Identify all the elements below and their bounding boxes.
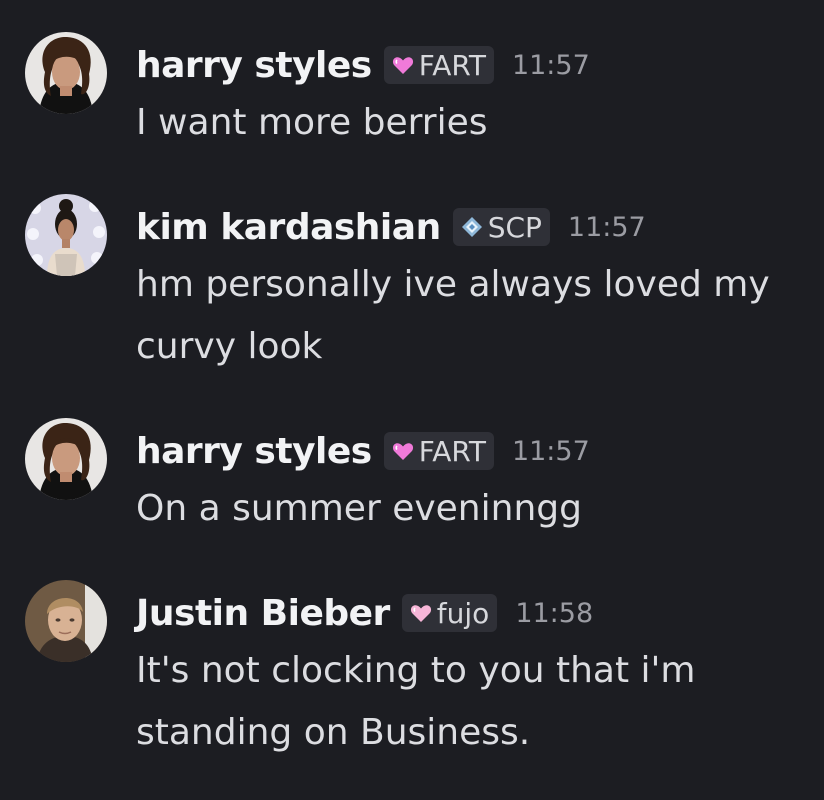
pink-heart-icon xyxy=(392,57,413,74)
server-tag-label: fujo xyxy=(436,596,490,630)
server-tag-label: FART xyxy=(418,48,486,82)
server-tag[interactable]: fujo xyxy=(401,594,498,632)
server-tag[interactable]: FART xyxy=(383,46,494,84)
harry-styles-avatar-image xyxy=(25,32,107,114)
message-text: It's not clocking to you that i'm standi… xyxy=(136,650,696,753)
server-tag-label: SCP xyxy=(487,210,542,244)
message-header: harry styles FART 11:57 xyxy=(136,426,590,476)
diamond-sparkle-icon xyxy=(461,217,482,237)
message-text: I want more berries xyxy=(136,102,488,143)
message-header: harry styles FART 11:57 xyxy=(136,40,590,90)
message-header: kim kardashian SCP 11:57 xyxy=(136,202,646,252)
username[interactable]: harry styles xyxy=(136,431,372,472)
light-pink-heart-icon xyxy=(410,605,431,622)
server-tag[interactable]: SCP xyxy=(452,208,550,246)
username[interactable]: Justin Bieber xyxy=(136,593,390,634)
message-text: On a summer eveninngg xyxy=(136,488,582,529)
timestamp: 11:57 xyxy=(511,435,590,467)
message-header: Justin Bieber fujo 11:58 xyxy=(136,588,593,638)
avatar[interactable] xyxy=(25,194,107,276)
justin-bieber-avatar-image xyxy=(25,580,107,662)
server-tag-label: FART xyxy=(418,434,486,468)
kim-kardashian-avatar-image xyxy=(25,194,107,276)
username[interactable]: harry styles xyxy=(136,45,372,86)
username[interactable]: kim kardashian xyxy=(136,207,441,248)
avatar[interactable] xyxy=(25,580,107,662)
avatar[interactable] xyxy=(25,32,107,114)
timestamp: 11:57 xyxy=(511,49,590,81)
timestamp: 11:57 xyxy=(567,211,646,243)
chat-message-list: harry styles FART 11:57 I want more berr… xyxy=(0,0,824,800)
avatar[interactable] xyxy=(25,418,107,500)
pink-heart-icon xyxy=(392,443,413,460)
message-text: hm personally ive always loved my curvy … xyxy=(136,264,770,367)
server-tag[interactable]: FART xyxy=(383,432,494,470)
timestamp: 11:58 xyxy=(515,597,594,629)
harry-styles-avatar-image xyxy=(25,418,107,500)
